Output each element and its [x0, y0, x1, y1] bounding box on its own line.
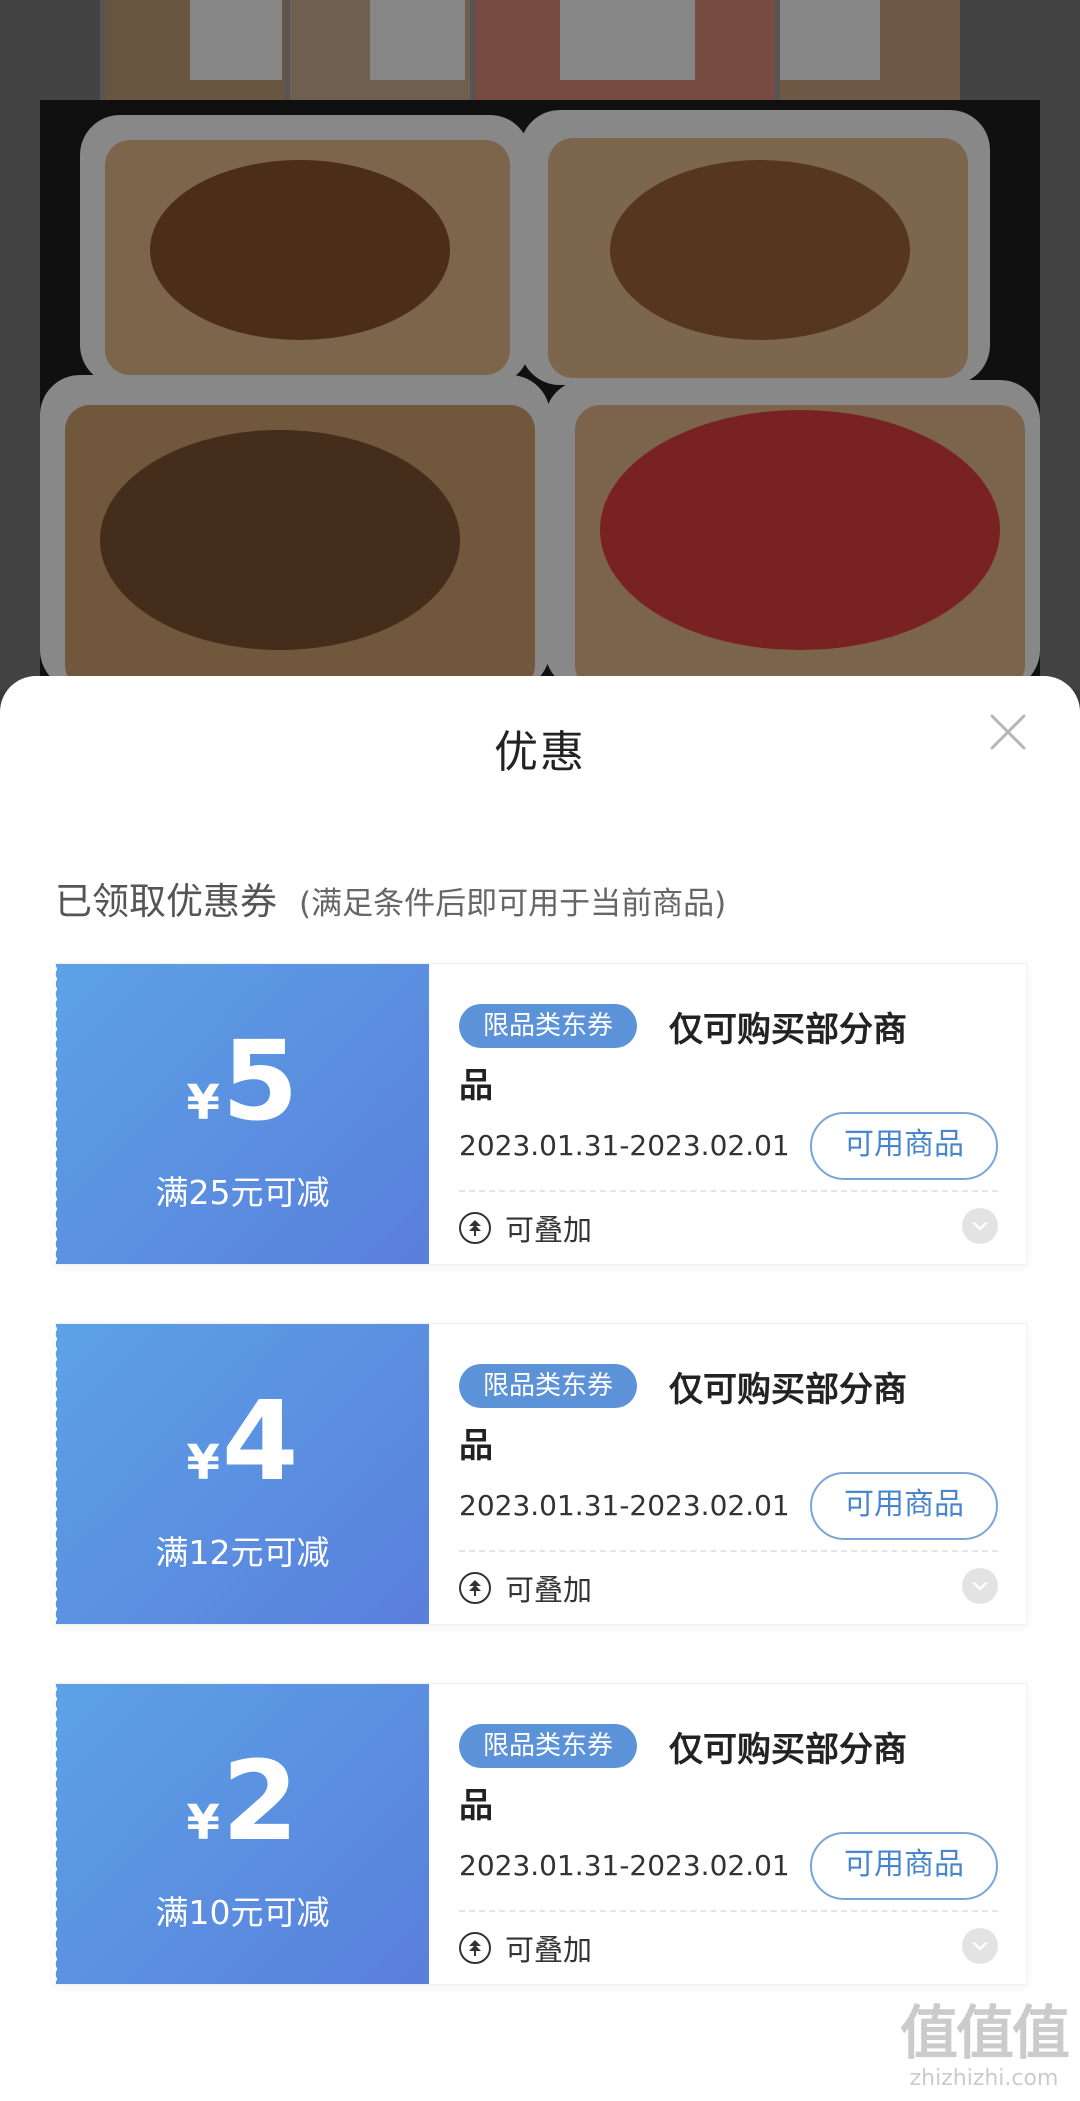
currency-symbol: ¥ [186, 1795, 220, 1851]
coupon-date: 2023.01.31-2023.02.01 [459, 1129, 790, 1162]
coupon-date: 2023.01.31-2023.02.01 [459, 1489, 790, 1522]
coupon-details: 仅可购买部分商品 限品类东券 2023.01.31-2023.02.01 可用商… [429, 964, 1026, 1264]
coupon-card: ¥4 满12元可减 仅可购买部分商品 限品类东券 2023.01.31-2023… [53, 1323, 1027, 1625]
amount-value: 2 [221, 1737, 299, 1865]
stackable-row: 可叠加 [459, 1567, 592, 1609]
close-icon[interactable] [988, 712, 1028, 752]
sheet-title: 优惠 [494, 727, 586, 778]
available-products-button[interactable]: 可用商品 [810, 1112, 998, 1180]
coupon-card: ¥2 满10元可减 仅可购买部分商品 限品类东券 2023.01.31-2023… [53, 1683, 1027, 1985]
stackable-label: 可叠加 [505, 1933, 593, 1967]
stackable-row: 可叠加 [459, 1927, 592, 1969]
watermark: 值值值 zhizhizhi.com [899, 1999, 1070, 2091]
product-image-background [0, 0, 1080, 690]
stack-icon [459, 1932, 491, 1964]
coupon-condition: 满12元可减 [155, 1533, 330, 1572]
section-note: (满足条件后即可用于当前商品) [299, 886, 727, 922]
coupon-value-panel: ¥5 满25元可减 [53, 964, 429, 1264]
watermark-url: zhizhizhi.com [909, 2066, 1059, 2091]
coupon-amount: ¥2 [56, 1746, 429, 1856]
chevron-down-icon[interactable] [962, 1928, 998, 1964]
coupon-amount: ¥5 [56, 1026, 429, 1136]
stackable-label: 可叠加 [505, 1213, 593, 1247]
divider [459, 1910, 998, 1912]
coupon-value-panel: ¥2 满10元可减 [53, 1684, 429, 1984]
divider [459, 1550, 998, 1552]
amount-value: 4 [221, 1377, 299, 1505]
coupon-value-panel: ¥4 满12元可减 [53, 1324, 429, 1624]
available-products-button[interactable]: 可用商品 [810, 1472, 998, 1540]
stack-icon [459, 1572, 491, 1604]
coupon-date: 2023.01.31-2023.02.01 [459, 1849, 790, 1882]
coupon-condition: 满10元可减 [155, 1893, 330, 1932]
chevron-down-icon[interactable] [962, 1568, 998, 1604]
coupon-tag: 限品类东券 [459, 1004, 638, 1048]
divider [459, 1190, 998, 1192]
chevron-down-icon[interactable] [962, 1208, 998, 1244]
coupon-card: ¥5 满25元可减 仅可购买部分商品 限品类东券 2023.01.31-2023… [53, 963, 1027, 1265]
coupon-tag: 限品类东券 [459, 1724, 638, 1768]
amount-value: 5 [221, 1017, 299, 1145]
coupon-condition: 满25元可减 [155, 1173, 330, 1212]
section-header: 已领取优惠券 (满足条件后即可用于当前商品) [55, 871, 726, 925]
coupon-details: 仅可购买部分商品 限品类东券 2023.01.31-2023.02.01 可用商… [429, 1684, 1026, 1984]
coupon-amount: ¥4 [56, 1386, 429, 1496]
stack-icon [459, 1212, 491, 1244]
section-title: 已领取优惠券 [55, 880, 277, 923]
stackable-row: 可叠加 [459, 1207, 592, 1249]
coupon-sheet: 优惠 已领取优惠券 (满足条件后即可用于当前商品) ¥5 满25元可减 仅可购买… [0, 676, 1080, 2101]
watermark-logo: 值值值 [899, 1999, 1070, 2067]
currency-symbol: ¥ [186, 1435, 220, 1491]
available-products-button[interactable]: 可用商品 [810, 1832, 998, 1900]
currency-symbol: ¥ [186, 1075, 220, 1131]
stackable-label: 可叠加 [505, 1573, 593, 1607]
coupon-details: 仅可购买部分商品 限品类东券 2023.01.31-2023.02.01 可用商… [429, 1324, 1026, 1624]
coupon-tag: 限品类东券 [459, 1364, 638, 1408]
